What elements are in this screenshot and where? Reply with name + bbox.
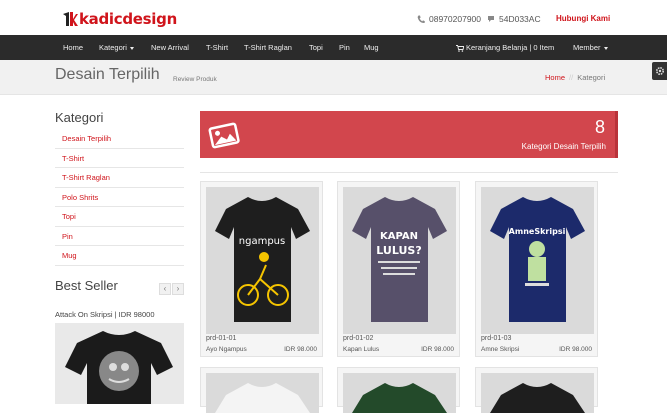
brand-logo[interactable]: kadicdesign [62, 8, 177, 30]
product-card[interactable]: AmneSkripsi prd-01-03 Amne Skripsi IDR 9… [475, 181, 598, 357]
brand-name: kadicdesign [79, 10, 177, 28]
nav-tshirt[interactable]: T-Shirt [206, 35, 228, 60]
phone-number: 08970207900 [429, 14, 482, 24]
breadcrumb-current: Kategori [577, 73, 606, 82]
nav-topi[interactable]: Topi [309, 35, 323, 60]
product-card[interactable]: ngampus prd-01-01 Ayo Ngampus IDR 98.000 [200, 181, 323, 357]
breadcrumb: Home //Kategori [545, 73, 605, 82]
product-image[interactable] [481, 373, 594, 413]
contact-us-link[interactable]: Hubungi Kami [556, 14, 610, 23]
best-seller-pager: ‹ › [158, 283, 184, 295]
bbm-contact: 54D033AC [487, 14, 541, 24]
svg-text:ngampus: ngampus [239, 236, 285, 247]
product-image[interactable] [206, 373, 319, 413]
category-banner-label: Kategori Desain Terpilih [521, 142, 606, 151]
nav-kategori[interactable]: Kategori [99, 35, 134, 60]
nav-tshirt-raglan[interactable]: T-Shirt Raglan [244, 35, 292, 60]
product-image[interactable]: ngampus [206, 187, 319, 334]
page-title: Desain Terpilih [55, 66, 160, 83]
divider [200, 172, 618, 173]
product-code: prd-01-03 [481, 335, 512, 342]
top-bar: kadicdesign 08970207900 54D033AC Hubungi… [0, 0, 667, 35]
main-navbar: Home Kategori New Arrival T-Shirt T-Shir… [0, 35, 667, 60]
image-icon [208, 119, 240, 151]
sidebar-heading-kategori: Kategori [55, 110, 104, 125]
category-banner: 8 Kategori Desain Terpilih [200, 111, 618, 158]
sidebar-item-desain-terpilih[interactable]: Desain Terpilih [55, 129, 184, 149]
product-code: prd-01-02 [343, 335, 374, 342]
svg-text:LULUS?: LULUS? [376, 244, 421, 257]
sidebar-item-tshirt[interactable]: T-Shirt [55, 149, 184, 168]
nav-cart[interactable]: Keranjang Belanja | 0 Item [456, 35, 554, 60]
product-image[interactable]: KAPAN LULUS? [343, 187, 456, 334]
phone-contact: 08970207900 [417, 14, 481, 24]
nav-pin[interactable]: Pin [339, 35, 350, 60]
bbm-pin: 54D033AC [499, 14, 541, 24]
product-card[interactable] [475, 367, 598, 413]
nav-member-label: Member [573, 43, 601, 52]
product-code: prd-01-01 [206, 335, 237, 342]
nav-new-arrival[interactable]: New Arrival [151, 35, 189, 60]
breadcrumb-home[interactable]: Home [545, 73, 565, 82]
sidebar-item-pin[interactable]: Pin [55, 227, 184, 246]
best-seller-image[interactable] [55, 323, 184, 404]
nav-mug[interactable]: Mug [364, 35, 379, 60]
product-image[interactable] [343, 373, 456, 413]
chevron-down-icon [603, 46, 608, 50]
product-name[interactable]: Amne Skripsi [481, 346, 519, 353]
sidebar-item-tshirt-raglan[interactable]: T-Shirt Raglan [55, 168, 184, 188]
page-subtitle: Review Produk [173, 76, 217, 83]
sidebar-item-polo[interactable]: Polo Shrits [55, 188, 184, 207]
category-count: 8 [594, 117, 605, 137]
svg-text:AmneSkripsi: AmneSkripsi [509, 227, 566, 236]
cart-icon [456, 44, 465, 52]
product-image[interactable]: AmneSkripsi [481, 187, 594, 334]
chevron-right-icon[interactable]: › [172, 283, 184, 295]
product-card[interactable]: KAPAN LULUS? prd-01-02 Kapan Lulus IDR 98… [337, 181, 460, 357]
nav-kategori-label: Kategori [99, 43, 127, 52]
chevron-left-icon[interactable]: ‹ [159, 283, 171, 295]
best-seller-caption[interactable]: Attack On Skripsi | IDR 98000 [55, 310, 155, 319]
sidebar-item-topi[interactable]: Topi [55, 207, 184, 227]
product-card[interactable] [337, 367, 460, 413]
product-price: IDR 98.000 [559, 346, 592, 353]
chevron-down-icon [129, 46, 134, 50]
cart-label: Keranjang Belanja | 0 Item [466, 43, 555, 52]
product-card[interactable] [200, 367, 323, 413]
product-name[interactable]: Ayo Ngampus [206, 346, 247, 353]
logo-mark-icon [62, 10, 78, 28]
nav-member[interactable]: Member [573, 35, 608, 60]
nav-home[interactable]: Home [63, 35, 83, 60]
best-seller-heading: Best Seller [55, 278, 118, 293]
phone-icon [417, 15, 425, 23]
product-price: IDR 98.000 [284, 346, 317, 353]
chat-icon [488, 16, 494, 22]
sidebar-item-mug[interactable]: Mug [55, 246, 184, 266]
gear-icon [655, 66, 664, 76]
breadcrumb-separator: // [569, 73, 574, 82]
product-name[interactable]: Kapan Lulus [343, 346, 379, 353]
settings-toggle[interactable] [652, 62, 667, 80]
svg-text:KAPAN: KAPAN [380, 231, 418, 242]
product-price: IDR 98.000 [421, 346, 454, 353]
